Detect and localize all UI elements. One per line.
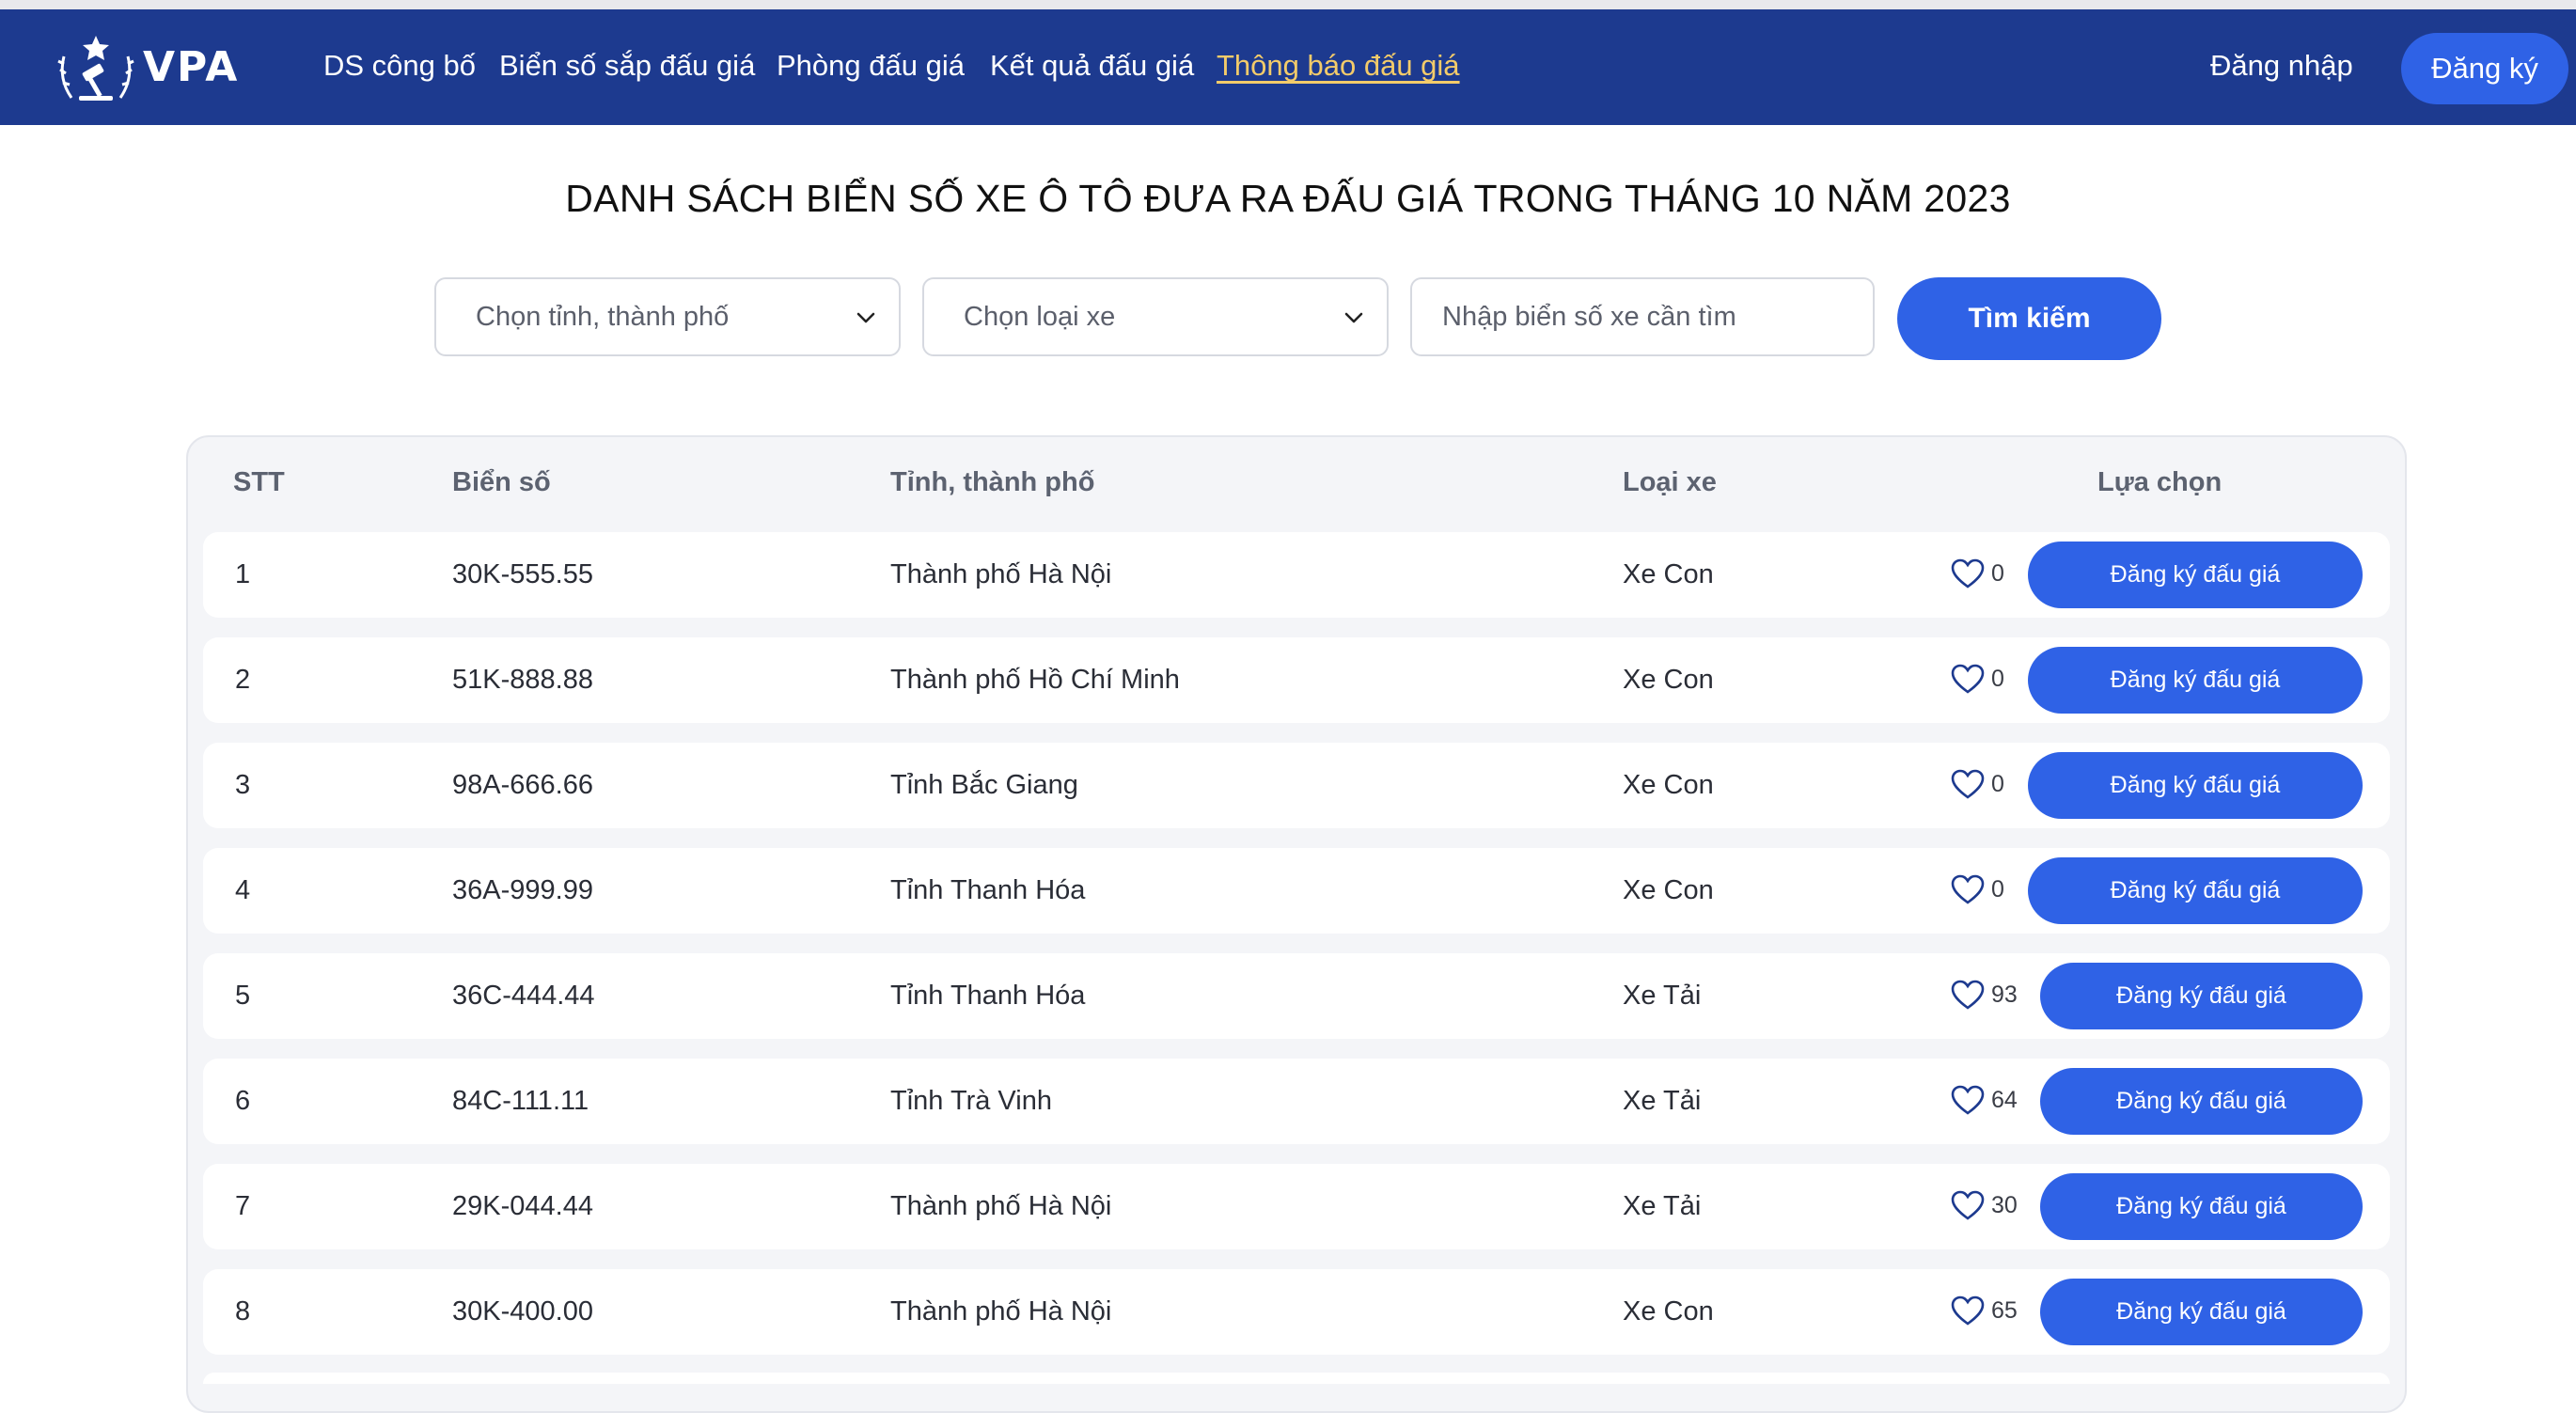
plate-search-placeholder: Nhập biển số xe cần tìm	[1442, 302, 1736, 332]
heart-icon[interactable]	[1950, 663, 1986, 695]
row-plate: 30K-555.55	[452, 559, 593, 589]
like-count: 30	[1991, 1192, 2018, 1218]
nav-link-upcoming-plates[interactable]: Biển số sắp đấu giá	[499, 49, 755, 83]
row-vehicle-type: Xe Con	[1623, 770, 1714, 800]
table-row: 1 30K-555.55 Thành phố Hà Nội Xe Con 0 Đ…	[203, 532, 2390, 618]
heart-icon[interactable]	[1950, 768, 1986, 800]
table-row: 3 98A-666.66 Tỉnh Bắc Giang Xe Con 0 Đăn…	[203, 743, 2390, 828]
table-row: 4 36A-999.99 Tỉnh Thanh Hóa Xe Con 0 Đăn…	[203, 848, 2390, 934]
search-button[interactable]: Tìm kiếm	[1897, 277, 2161, 360]
table-row: 5 36C-444.44 Tỉnh Thanh Hóa Xe Tải 93 Đă…	[203, 953, 2390, 1039]
vehicle-type-select[interactable]: Chọn loại xe	[922, 277, 1389, 356]
table-row: 8 30K-400.00 Thành phố Hà Nội Xe Con 65 …	[203, 1269, 2390, 1355]
heart-icon[interactable]	[1950, 979, 1986, 1011]
like-count: 0	[1991, 771, 2004, 797]
like-count: 65	[1991, 1297, 2018, 1324]
nav-link-published[interactable]: DS công bố	[323, 49, 476, 83]
heart-icon[interactable]	[1950, 1084, 1986, 1116]
row-stt: 3	[235, 770, 251, 800]
register-auction-button[interactable]: Đăng ký đấu giá	[2028, 857, 2363, 924]
row-vehicle-type: Xe Con	[1623, 1296, 1714, 1327]
like-count: 0	[1991, 876, 2004, 903]
row-stt: 1	[235, 559, 251, 589]
row-vehicle-type: Xe Con	[1623, 875, 1714, 905]
row-province: Thành phố Hà Nội	[890, 559, 1112, 589]
table-row: 2 51K-888.88 Thành phố Hồ Chí Minh Xe Co…	[203, 637, 2390, 723]
row-stt: 6	[235, 1086, 251, 1116]
row-vehicle-type: Xe Tải	[1623, 981, 1702, 1011]
row-stt: 4	[235, 875, 251, 905]
header-plate: Biển số	[452, 467, 551, 497]
row-plate: 30K-400.00	[452, 1296, 593, 1327]
row-province: Tỉnh Bắc Giang	[890, 770, 1078, 800]
row-plate: 36C-444.44	[452, 981, 595, 1011]
register-auction-button[interactable]: Đăng ký đấu giá	[2028, 542, 2363, 608]
vehicle-type-select-placeholder: Chọn loại xe	[964, 302, 1116, 332]
row-province: Tỉnh Thanh Hóa	[890, 981, 1086, 1011]
register-auction-button[interactable]: Đăng ký đấu giá	[2040, 1279, 2363, 1345]
like-count: 93	[1991, 981, 2018, 1008]
row-province: Tỉnh Thanh Hóa	[890, 875, 1086, 905]
register-auction-button[interactable]: Đăng ký đấu giá	[2040, 1068, 2363, 1135]
row-province: Thành phố Hà Nội	[890, 1191, 1112, 1221]
plate-search-input[interactable]: Nhập biển số xe cần tìm	[1410, 277, 1875, 356]
row-stt: 8	[235, 1296, 251, 1327]
nav-link-auction-results[interactable]: Kết quả đấu giá	[990, 49, 1194, 83]
table-row: 7 29K-044.44 Thành phố Hà Nội Xe Tải 30 …	[203, 1164, 2390, 1249]
row-province: Thành phố Hà Nội	[890, 1296, 1112, 1327]
row-vehicle-type: Xe Tải	[1623, 1086, 1702, 1116]
chevron-down-icon	[856, 312, 875, 323]
nav-link-auction-room[interactable]: Phòng đấu giá	[777, 49, 965, 83]
row-plate: 29K-044.44	[452, 1191, 593, 1221]
row-plate: 51K-888.88	[452, 665, 593, 695]
heart-icon[interactable]	[1950, 1295, 1986, 1327]
register-auction-button[interactable]: Đăng ký đấu giá	[2028, 752, 2363, 819]
row-province: Tỉnh Trà Vinh	[890, 1086, 1052, 1116]
row-plate: 84C-111.11	[452, 1086, 589, 1116]
heart-icon[interactable]	[1950, 1189, 1986, 1221]
vpa-logo-icon[interactable]	[55, 32, 137, 107]
heart-icon[interactable]	[1950, 557, 1986, 589]
register-auction-button[interactable]: Đăng ký đấu giá	[2028, 647, 2363, 714]
row-vehicle-type: Xe Con	[1623, 665, 1714, 695]
like-count: 64	[1991, 1087, 2018, 1113]
header-province: Tỉnh, thành phố	[890, 467, 1095, 497]
province-select-placeholder: Chọn tỉnh, thành phố	[476, 302, 730, 332]
row-stt: 7	[235, 1191, 251, 1221]
page-title: DANH SÁCH BIỂN SỐ XE Ô TÔ ĐƯA RA ĐẤU GIÁ…	[565, 177, 2011, 220]
row-province: Thành phố Hồ Chí Minh	[890, 665, 1180, 695]
like-count: 0	[1991, 666, 2004, 692]
row-stt: 5	[235, 981, 251, 1011]
table-row: 6 84C-111.11 Tỉnh Trà Vinh Xe Tải 64 Đăn…	[203, 1059, 2390, 1144]
row-plate: 98A-666.66	[452, 770, 593, 800]
row-vehicle-type: Xe Con	[1623, 559, 1714, 589]
row-vehicle-type: Xe Tải	[1623, 1191, 1702, 1221]
brand-name[interactable]: VPA	[143, 43, 239, 91]
province-select[interactable]: Chọn tỉnh, thành phố	[434, 277, 901, 356]
register-auction-button[interactable]: Đăng ký đấu giá	[2040, 963, 2363, 1029]
table-row-partial	[203, 1373, 2390, 1384]
heart-icon[interactable]	[1950, 873, 1986, 905]
browser-top-strip	[0, 0, 2576, 9]
navbar: VPA DS công bố Biển số sắp đấu giá Phòng…	[0, 9, 2576, 125]
nav-link-auction-notices[interactable]: Thông báo đấu giá	[1217, 49, 1460, 83]
login-link[interactable]: Đăng nhập	[2210, 49, 2353, 83]
register-auction-button[interactable]: Đăng ký đấu giá	[2040, 1173, 2363, 1240]
row-stt: 2	[235, 665, 251, 695]
like-count: 0	[1991, 560, 2004, 587]
chevron-down-icon	[1344, 312, 1363, 323]
row-plate: 36A-999.99	[452, 875, 593, 905]
header-stt: STT	[233, 467, 285, 497]
header-vehicle-type: Loại xe	[1623, 467, 1717, 497]
header-options: Lựa chọn	[2097, 467, 2223, 497]
register-button[interactable]: Đăng ký	[2401, 33, 2568, 104]
